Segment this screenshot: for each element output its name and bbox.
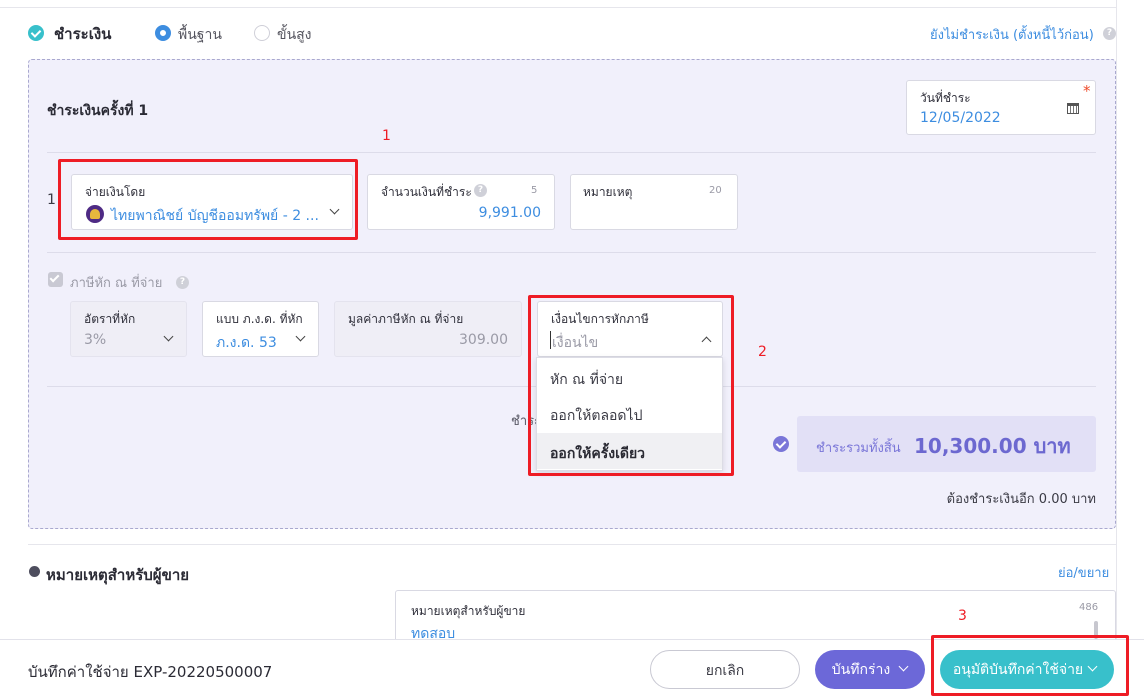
save-draft-button[interactable]: บันทึกร่าง	[815, 650, 925, 689]
annotation-number: 2	[758, 344, 767, 360]
calendar-icon[interactable]	[1067, 103, 1079, 114]
note-count: 20	[709, 185, 722, 196]
annotation-number: 1	[382, 128, 391, 144]
unpaid-link[interactable]: ยังไม่ชำระเงิน (ตั้งหนี้ไว้ก่อน)	[930, 24, 1094, 45]
date-label: วันที่ชำระ	[920, 91, 971, 105]
date-value[interactable]: 12/05/2022	[920, 110, 1001, 126]
tax-value: 309.00	[459, 332, 508, 348]
radio-advanced[interactable]	[254, 25, 270, 41]
save-draft-label: บันทึกร่าง	[831, 662, 891, 678]
amount-label: จำนวนเงินที่ชำระ	[381, 185, 472, 199]
divider	[47, 252, 1096, 253]
radio-basic-label[interactable]: พื้นฐาน	[178, 24, 222, 46]
remaining-text: ต้องชำระเงินอีก 0.00 บาท	[946, 492, 1096, 507]
form-label: แบบ ภ.ง.ด. ที่หัก	[216, 312, 303, 326]
row-index: 1	[47, 192, 56, 208]
doc-title: บันทึกค่าใช้จ่าย EXP-20220500007	[28, 663, 273, 681]
page: ชำระเงิน พื้นฐาน ขั้นสูง ยังไม่ชำระเงิน …	[0, 0, 1144, 698]
seller-note-title: หมายเหตุสำหรับผู้ขาย	[46, 566, 190, 584]
form-value[interactable]: ภ.ง.ด. 53	[216, 332, 277, 354]
amount-count: 5	[531, 185, 538, 196]
total-value: 10,300.00 บาท	[914, 434, 1071, 458]
help-icon[interactable]: ?	[1103, 27, 1116, 40]
rate-value[interactable]: 3%	[84, 332, 106, 348]
radio-basic[interactable]	[155, 25, 171, 41]
cancel-label: ยกเลิก	[705, 663, 745, 679]
highlight-box	[931, 635, 1129, 696]
divider	[0, 7, 1116, 8]
help-icon[interactable]: ?	[176, 276, 189, 289]
cancel-button[interactable]: ยกเลิก	[650, 650, 800, 689]
check-circle-icon	[773, 436, 789, 452]
collapse-toggle[interactable]: ย่อ/ขยาย	[1058, 562, 1109, 583]
section-title: ชำระเงิน	[54, 25, 112, 43]
divider	[1116, 0, 1117, 640]
seller-note-label: หมายเหตุสำหรับผู้ขาย	[411, 604, 526, 618]
help-icon[interactable]: ?	[474, 184, 487, 197]
chevron-down-icon[interactable]	[898, 661, 909, 672]
divider	[47, 152, 1096, 153]
required-mark: *	[1083, 82, 1091, 100]
amount-value[interactable]: 9,991.00	[455, 205, 541, 221]
highlight-box	[528, 295, 734, 476]
bullet-icon	[29, 566, 40, 577]
round-title: ชำระเงินครั้งที่ 1	[47, 103, 149, 119]
divider	[28, 544, 1116, 545]
check-circle-icon	[28, 25, 44, 41]
seller-note-count: 486	[1079, 602, 1099, 613]
annotation-number: 3	[958, 608, 967, 624]
note-label: หมายเหตุ	[583, 185, 633, 199]
total-label: ชำระรวมทั้งสิ้น	[816, 441, 901, 456]
withholding-checkbox[interactable]	[48, 272, 63, 287]
tax-value-label: มูลค่าภาษีหัก ณ ที่จ่าย	[348, 312, 464, 326]
highlight-box	[58, 159, 358, 240]
radio-advanced-label[interactable]: ขั้นสูง	[277, 24, 312, 46]
rate-label: อัตราที่หัก	[84, 312, 136, 326]
withholding-label: ภาษีหัก ณ ที่จ่าย	[70, 276, 163, 291]
